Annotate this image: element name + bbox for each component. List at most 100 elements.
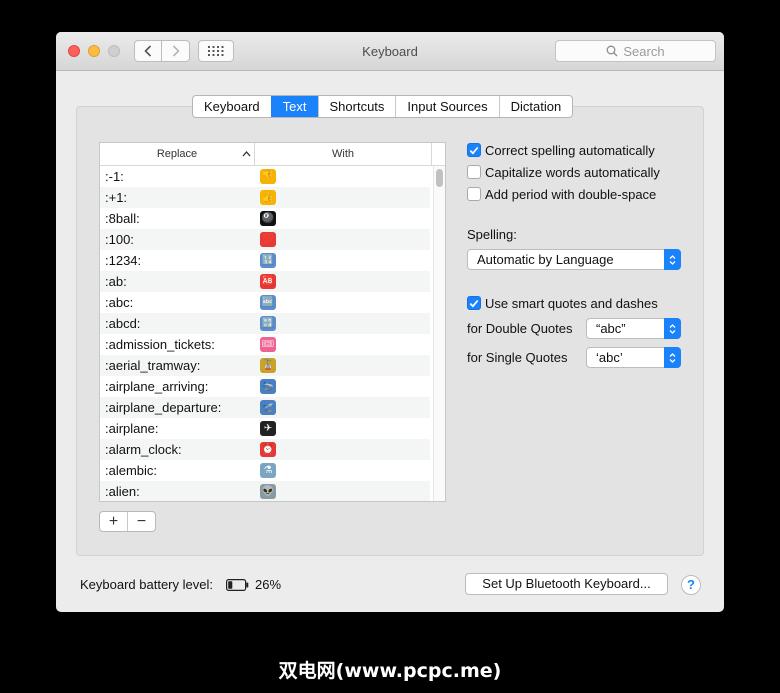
table-scrollbar[interactable] (433, 166, 445, 501)
with-cell[interactable]: 🎱 (255, 211, 430, 226)
column-header-with[interactable]: With (255, 143, 432, 165)
replace-cell[interactable]: :airplane_departure: (100, 400, 255, 415)
help-button[interactable]: ? (681, 575, 701, 595)
updown-chevron-icon (664, 347, 681, 368)
search-field[interactable]: Search (555, 40, 716, 62)
with-cell[interactable]: 🔡 (255, 316, 430, 331)
smart-quotes-checkbox[interactable] (467, 296, 481, 310)
capitalize-words-checkbox[interactable] (467, 165, 481, 179)
with-cell[interactable]: 🛫 (255, 400, 430, 415)
battery-icon (226, 579, 249, 591)
table-row[interactable]: :1234: 🔢 (100, 250, 430, 271)
add-period-checkbox[interactable] (467, 187, 481, 201)
add-period-option[interactable]: Add period with double-space (467, 185, 656, 203)
checkmark-icon (469, 299, 479, 307)
remove-replacement-button[interactable]: − (127, 512, 155, 531)
spelling-label: Spelling: (467, 227, 517, 242)
tab-input-sources[interactable]: Input Sources (395, 96, 498, 117)
double-quotes-select[interactable]: “abc” (586, 318, 681, 339)
airplane-arriving-icon: 🛬 (260, 379, 276, 394)
alembic-icon: ⚗ (260, 463, 276, 478)
table-row[interactable]: :abcd: 🔡 (100, 313, 430, 334)
tab-keyboard[interactable]: Keyboard (193, 96, 271, 117)
table-row[interactable]: :airplane_arriving: 🛬 (100, 376, 430, 397)
replace-cell[interactable]: :admission_tickets: (100, 337, 255, 352)
table-row[interactable]: :aerial_tramway: 🚡 (100, 355, 430, 376)
with-cell[interactable]: 👍 (255, 190, 430, 205)
table-row[interactable]: :admission_tickets: 🎟 (100, 334, 430, 355)
updown-chevron-icon (664, 318, 681, 339)
with-cell[interactable]: ⏰ (255, 442, 430, 457)
table-row[interactable]: :airplane_departure: 🛫 (100, 397, 430, 418)
with-cell[interactable]: 💯 (255, 232, 430, 247)
replace-cell[interactable]: :8ball: (100, 211, 255, 226)
single-quotes-value: ‘abc’ (596, 350, 623, 365)
table-row[interactable]: :alien: 👽 (100, 481, 430, 501)
correct-spelling-checkbox[interactable] (467, 143, 481, 157)
replace-cell[interactable]: :alien: (100, 484, 255, 499)
single-quotes-select[interactable]: ‘abc’ (586, 347, 681, 368)
setup-bluetooth-keyboard-button[interactable]: Set Up Bluetooth Keyboard... (465, 573, 668, 595)
ab-icon: 🆎 (260, 274, 276, 289)
table-row[interactable]: :alembic: ⚗ (100, 460, 430, 481)
keyboard-preferences-window: Keyboard Search Keyboard Text Shortcuts … (56, 32, 724, 612)
capitalize-words-option[interactable]: Capitalize words automatically (467, 163, 660, 181)
table-row[interactable]: :abc: 🔤 (100, 292, 430, 313)
table-row[interactable]: :100: 💯 (100, 229, 430, 250)
spelling-value: Automatic by Language (477, 252, 614, 267)
with-cell[interactable]: 🔤 (255, 295, 430, 310)
replace-cell[interactable]: :abc: (100, 295, 255, 310)
with-cell[interactable]: ⚗ (255, 463, 430, 478)
spelling-language-select[interactable]: Automatic by Language (467, 249, 681, 270)
with-cell[interactable]: 🛬 (255, 379, 430, 394)
tramway-icon: 🚡 (260, 358, 276, 373)
magnifier-icon (606, 45, 618, 57)
column-header-replace[interactable]: Replace (100, 143, 255, 165)
with-cell[interactable]: 👽 (255, 484, 430, 499)
smart-quotes-label: Use smart quotes and dashes (485, 295, 658, 311)
replace-header-label: Replace (156, 148, 198, 160)
tab-dictation[interactable]: Dictation (498, 96, 573, 117)
replace-cell[interactable]: :airplane_arriving: (100, 379, 255, 394)
tickets-icon: 🎟 (260, 337, 276, 352)
scrollbar-thumb[interactable] (436, 169, 443, 187)
replace-cell[interactable]: :alembic: (100, 463, 255, 478)
thumbs-up-icon: 👍 (260, 190, 276, 205)
replace-cell[interactable]: :aerial_tramway: (100, 358, 255, 373)
replace-cell[interactable]: :alarm_clock: (100, 442, 255, 457)
text-replacement-table[interactable]: Replace With :-1: 👎:+1: 👍:8ball: 🎱:100: 💯:12… (99, 142, 446, 502)
numbers-icon: 🔢 (260, 253, 276, 268)
battery-level-value: 26% (255, 577, 282, 592)
add-replacement-button[interactable]: + (100, 512, 127, 531)
table-row[interactable]: :8ball: 🎱 (100, 208, 430, 229)
table-row[interactable]: :-1: 👎 (100, 166, 430, 187)
replace-cell[interactable]: :ab: (100, 274, 255, 289)
title-bar: Keyboard Search (56, 32, 724, 71)
abc-icon: 🔤 (260, 295, 276, 310)
correct-spelling-label: Correct spelling automatically (485, 142, 655, 158)
table-row[interactable]: :alarm_clock: ⏰ (100, 439, 430, 460)
replace-cell[interactable]: :abcd: (100, 316, 255, 331)
with-cell[interactable]: 👎 (255, 169, 430, 184)
tab-text[interactable]: Text (270, 96, 318, 117)
with-cell[interactable]: 🔢 (255, 253, 430, 268)
replace-cell[interactable]: :airplane: (100, 421, 255, 436)
tab-shortcuts[interactable]: Shortcuts (317, 96, 396, 117)
alarm-clock-icon: ⏰ (260, 442, 276, 457)
table-row[interactable]: :+1: 👍 (100, 187, 430, 208)
table-row[interactable]: :ab: 🆎 (100, 271, 430, 292)
with-cell[interactable]: 🎟 (255, 337, 430, 352)
correct-spelling-option[interactable]: Correct spelling automatically (467, 141, 655, 159)
with-cell[interactable]: ✈ (255, 421, 430, 436)
with-cell[interactable]: 🚡 (255, 358, 430, 373)
smart-quotes-option[interactable]: Use smart quotes and dashes (467, 294, 658, 312)
table-row[interactable]: :airplane: ✈ (100, 418, 430, 439)
with-cell[interactable]: 🆎 (255, 274, 430, 289)
replace-cell[interactable]: :+1: (100, 190, 255, 205)
replace-cell[interactable]: :-1: (100, 169, 255, 184)
alien-icon: 👽 (260, 484, 276, 499)
search-placeholder: Search (623, 43, 665, 59)
replace-cell[interactable]: :1234: (100, 253, 255, 268)
replace-cell[interactable]: :100: (100, 232, 255, 247)
site-watermark: 双电网(www.pcpc.me) (278, 660, 502, 682)
